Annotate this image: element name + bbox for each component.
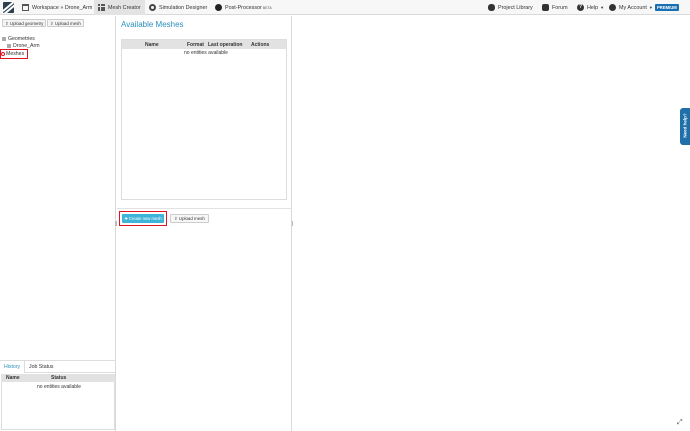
meshes-table-header: Name Format Last operation Actions bbox=[122, 40, 286, 49]
gears-icon bbox=[149, 4, 156, 11]
3d-viewer[interactable] bbox=[293, 16, 690, 431]
upload-mesh-button[interactable]: ⇪ Upload mesh bbox=[170, 214, 209, 223]
need-help-label: Need help? bbox=[682, 113, 688, 138]
meshes-panel: Available Meshes Name Format Last operat… bbox=[117, 16, 292, 431]
nav-simulation-designer[interactable]: Simulation Designer bbox=[145, 0, 211, 15]
simscale-logo-icon[interactable] bbox=[3, 2, 14, 13]
folder-icon bbox=[2, 36, 6, 41]
nav-mesh-creator-label: Mesh Creator bbox=[108, 4, 141, 11]
premium-badge: PREMIUM bbox=[655, 4, 679, 11]
user-icon bbox=[609, 4, 616, 11]
expand-icon[interactable]: ⤢ bbox=[677, 419, 683, 427]
divider bbox=[117, 208, 291, 209]
column-header: Actions bbox=[251, 41, 270, 48]
chat-icon bbox=[542, 4, 549, 11]
column-header: Format bbox=[187, 41, 204, 48]
nav-project-library[interactable]: Project Library bbox=[484, 0, 537, 15]
top-navigation: Workspace » Drone_Arm Mesh Creator Simul… bbox=[0, 0, 690, 15]
nav-mesh-creator[interactable]: Mesh Creator bbox=[94, 0, 145, 15]
need-help-tab[interactable]: Need help? bbox=[680, 108, 690, 145]
upload-mesh-label: Upload mesh bbox=[178, 216, 205, 221]
grid-icon bbox=[98, 4, 105, 11]
history-tabs: History Job Status bbox=[0, 360, 116, 373]
upload-geometry-label: Upload geometry bbox=[9, 21, 44, 26]
create-new-mesh-button[interactable]: ✚ Create new mesh bbox=[122, 214, 164, 223]
upload-mesh-button-left[interactable]: ⇪ Upload mesh bbox=[47, 19, 84, 27]
nav-my-account[interactable]: My Account ▼ bbox=[605, 0, 657, 15]
nav-workspace-label: Workspace » Drone_Arm bbox=[32, 4, 93, 11]
nav-forum-label: Forum bbox=[552, 4, 568, 11]
nav-post-processor-label: Post-Processor bbox=[225, 4, 262, 11]
nav-my-account-label: My Account bbox=[619, 4, 647, 11]
nav-workspace[interactable]: Workspace » Drone_Arm bbox=[18, 0, 96, 15]
geometry-icon bbox=[7, 43, 11, 48]
upload-mesh-label: Upload mesh bbox=[54, 21, 81, 26]
column-header: Name bbox=[145, 41, 159, 48]
post-processor-icon bbox=[215, 4, 222, 11]
empty-message: no entities available bbox=[37, 384, 81, 390]
tree-label: Geometries bbox=[8, 36, 35, 42]
column-header: Last operation bbox=[208, 41, 243, 48]
upload-geometry-button[interactable]: ⇪ Upload geometry bbox=[2, 19, 47, 27]
page-title: Available Meshes bbox=[121, 20, 184, 29]
tree-label: Meshes bbox=[6, 51, 25, 57]
empty-message: no entities available bbox=[184, 50, 228, 56]
meshes-icon bbox=[1, 51, 5, 56]
create-new-mesh-label: Create new mesh bbox=[128, 216, 162, 221]
history-table bbox=[1, 374, 115, 430]
nav-forum[interactable]: Forum bbox=[538, 0, 572, 15]
nav-project-library-label: Project Library bbox=[498, 4, 533, 11]
caret-down-icon: ▼ bbox=[600, 5, 605, 10]
nav-help-label: Help bbox=[587, 4, 599, 11]
tab-history[interactable]: History bbox=[0, 361, 26, 373]
column-header: Status bbox=[51, 375, 67, 381]
history-table-header: Name Status bbox=[1, 374, 115, 382]
tree-item-meshes[interactable]: Meshes bbox=[1, 51, 24, 57]
tab-job-status[interactable]: Job Status bbox=[25, 361, 58, 373]
nav-post-processor[interactable]: Post-Processor BETA bbox=[211, 0, 276, 15]
caret-down-icon: ▼ bbox=[648, 5, 653, 10]
cloud-icon bbox=[488, 4, 495, 11]
meshes-table: Name Format Last operation Actions no en… bbox=[121, 39, 287, 200]
beta-badge: BETA bbox=[262, 5, 272, 10]
tree-item-geometries[interactable]: Geometries bbox=[2, 36, 35, 42]
nav-simulation-designer-label: Simulation Designer bbox=[159, 4, 208, 11]
help-icon: ? bbox=[577, 4, 584, 11]
nav-help[interactable]: ? Help ▼ bbox=[573, 0, 608, 15]
column-header: Name bbox=[6, 375, 20, 381]
workspace-icon bbox=[22, 4, 29, 11]
